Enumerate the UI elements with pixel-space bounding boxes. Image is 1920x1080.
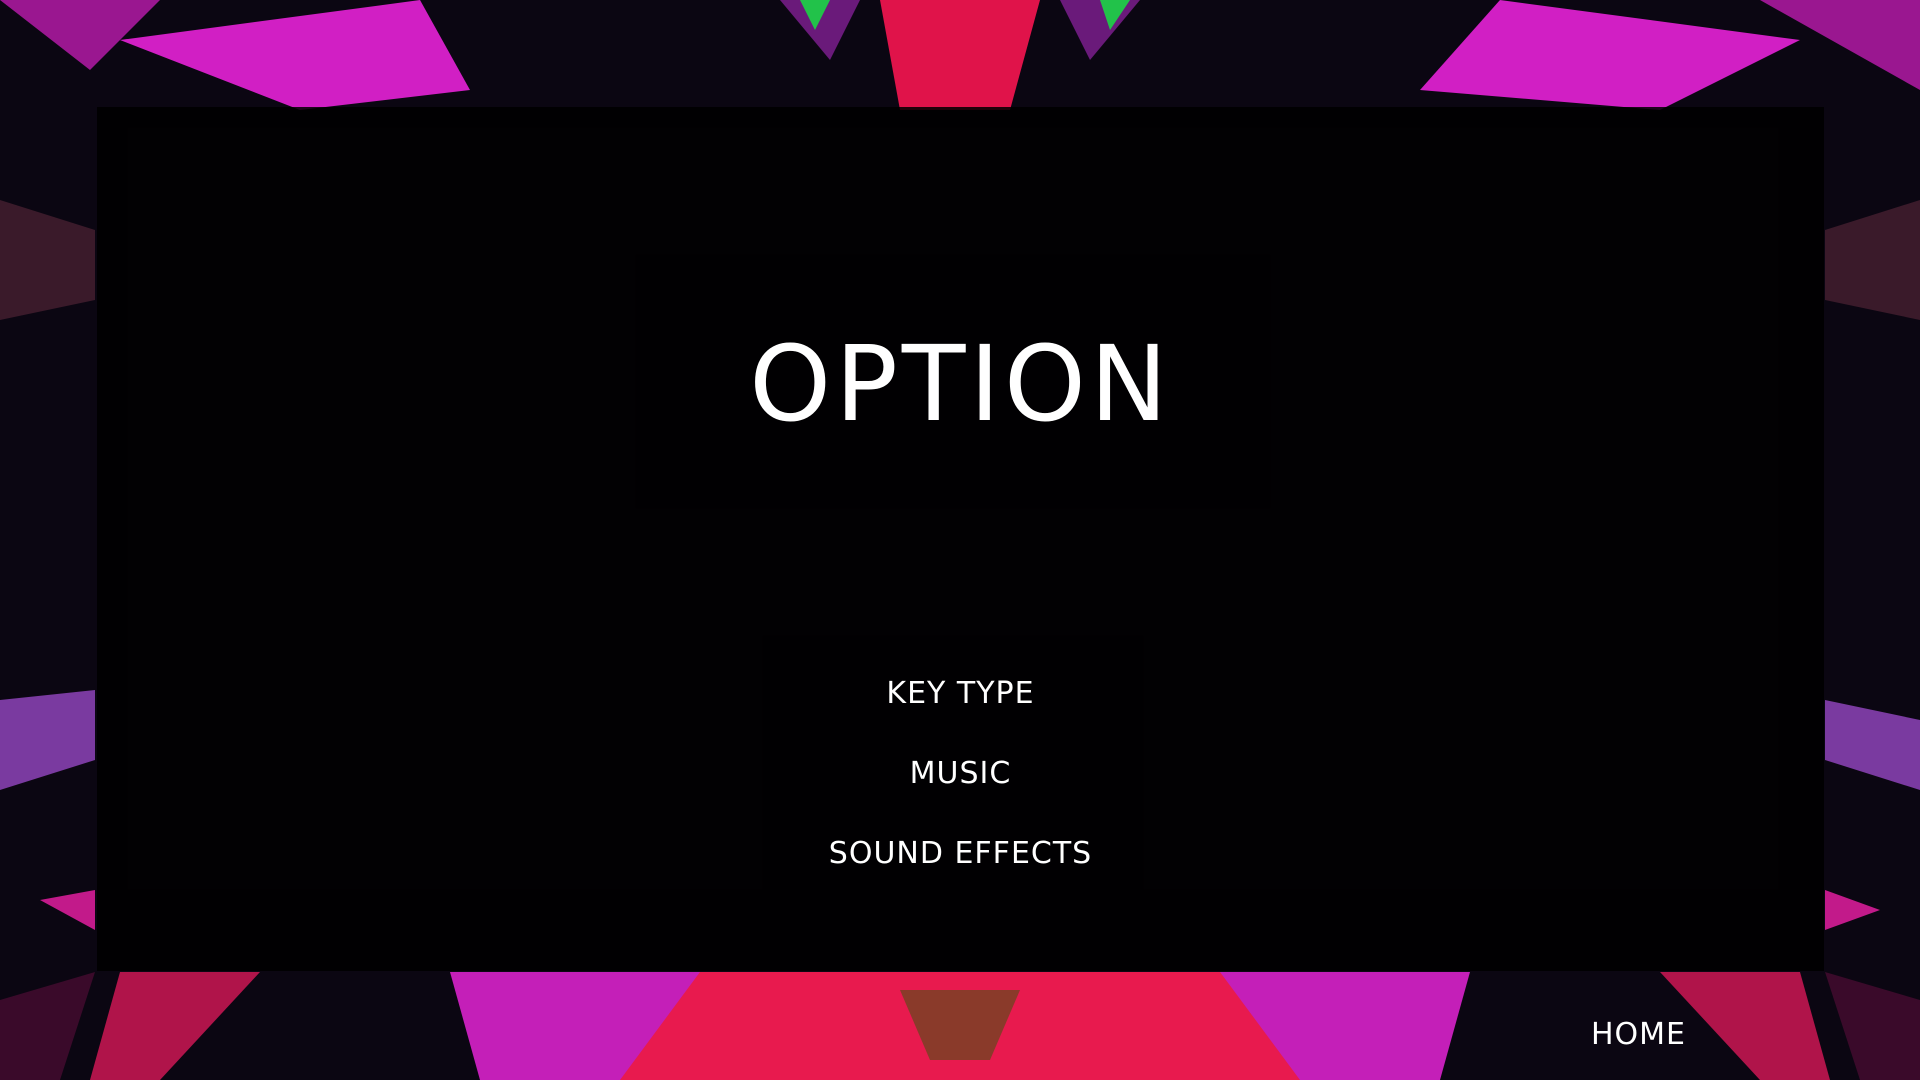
option-screen: OPTION KEY TYPE MUSIC SOUND EFFECTS HOME bbox=[0, 0, 1920, 1080]
home-button[interactable]: HOME bbox=[1591, 1018, 1686, 1052]
page-title: OPTION bbox=[749, 323, 1172, 445]
menu-item-music[interactable]: MUSIC bbox=[900, 757, 1022, 791]
menu-item-key-type[interactable]: KEY TYPE bbox=[876, 677, 1044, 711]
menu-item-sound-effects[interactable]: SOUND EFFECTS bbox=[819, 837, 1102, 871]
options-panel: OPTION KEY TYPE MUSIC SOUND EFFECTS HOME bbox=[97, 107, 1824, 1052]
options-menu: KEY TYPE MUSIC SOUND EFFECTS bbox=[97, 677, 1824, 871]
